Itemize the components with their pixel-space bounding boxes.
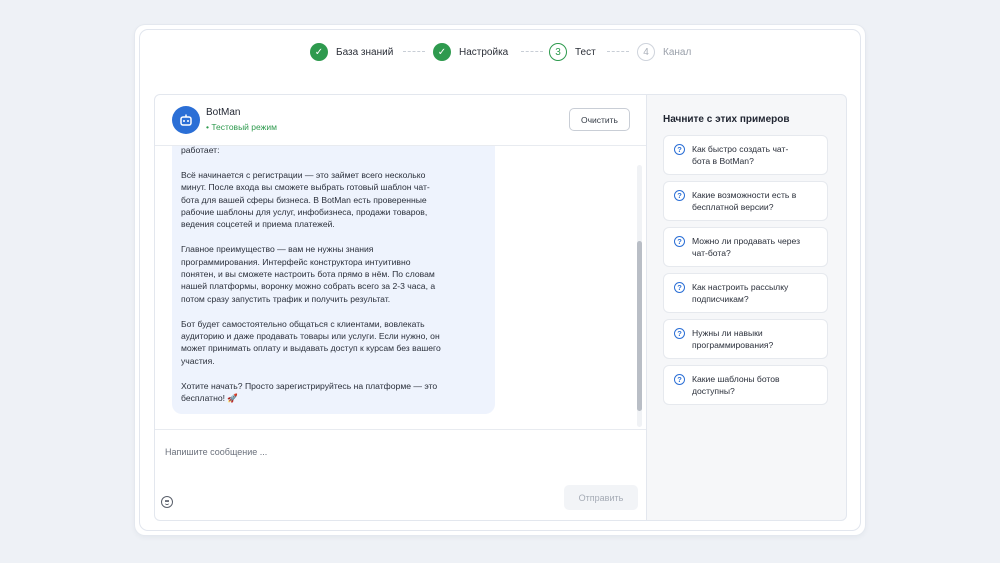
example-text: Какие шаблоны ботов доступны?: [692, 374, 780, 397]
question-icon: ?: [674, 374, 685, 385]
message-input[interactable]: [165, 438, 635, 466]
examples-panel: Начните с этих примеров ? Как быстро соз…: [647, 94, 847, 521]
step-settings[interactable]: ✓ Настройка: [433, 41, 508, 63]
step-number: 4: [637, 43, 655, 61]
clear-chat-button[interactable]: Очистить: [569, 108, 630, 131]
step-knowledge-base[interactable]: ✓ База знаний: [310, 41, 393, 63]
message-paragraph: Главное преимущество — вам не нужны знан…: [181, 244, 436, 304]
test-mode-status: • Тестовый режим: [206, 122, 277, 132]
question-icon: ?: [674, 144, 685, 155]
example-text: Как настроить рассылку подписчикам?: [692, 282, 789, 305]
step-connector: [403, 51, 425, 52]
question-icon: ?: [674, 328, 685, 339]
example-question[interactable]: ? Какие возможности есть в бесплатной ве…: [663, 181, 828, 221]
question-icon: ?: [674, 236, 685, 247]
example-question[interactable]: ? Можно ли продавать через чат-бота?: [663, 227, 828, 267]
step-connector: [607, 51, 629, 52]
question-icon: ?: [674, 282, 685, 293]
chat-header: BotMan • Тестовый режим Очистить: [155, 95, 646, 146]
step-channel[interactable]: 4 Канал: [637, 41, 691, 63]
example-question[interactable]: ? Какие шаблоны ботов доступны?: [663, 365, 828, 405]
message-paragraph: Хотите начать? Просто зарегистрируйтесь …: [181, 380, 438, 404]
step-label: Настройка: [459, 46, 509, 58]
step-label: База знаний: [336, 46, 394, 58]
chat-panel: BotMan • Тестовый режим Очистить работае…: [154, 94, 647, 521]
check-icon: ✓: [433, 43, 451, 61]
message-paragraph: Бот будет самостоятельно общаться с клие…: [181, 318, 441, 366]
example-text: Нужны ли навыки программирования?: [692, 328, 774, 351]
bot-name: BotMan: [206, 107, 241, 118]
example-text: Как быстро создать чат- бота в BotMan?: [692, 144, 789, 167]
example-question[interactable]: ? Нужны ли навыки программирования?: [663, 319, 828, 359]
step-connector: [521, 51, 543, 52]
example-text: Можно ли продавать через чат-бота?: [692, 236, 801, 259]
check-icon: ✓: [310, 43, 328, 61]
step-test[interactable]: 3 Тест: [549, 41, 596, 63]
example-question[interactable]: ? Как настроить рассылку подписчикам?: [663, 273, 828, 313]
send-button[interactable]: Отправить: [564, 485, 638, 510]
examples-title: Начните с этих примеров: [663, 114, 790, 125]
step-label: Тест: [575, 46, 596, 58]
scrollbar-thumb[interactable]: [637, 241, 642, 411]
emoji-icon[interactable]: [161, 496, 173, 508]
progress-stepper: ✓ База знаний ✓ Настройка 3 Тест 4 Канал: [0, 41, 1000, 63]
chat-scrollbar[interactable]: [637, 165, 642, 427]
message-list[interactable]: работает: Всё начинается с регистрации —…: [155, 146, 646, 428]
message-paragraph: Всё начинается с регистрации — это займе…: [181, 169, 430, 230]
bot-avatar: [172, 106, 200, 134]
message-paragraph: работает:: [181, 146, 220, 155]
step-label: Канал: [663, 46, 692, 58]
example-text: Какие возможности есть в бесплатной верс…: [692, 190, 797, 213]
bot-message: работает: Всё начинается с регистрации —…: [172, 146, 495, 415]
question-icon: ?: [674, 190, 685, 201]
robot-icon: [180, 114, 192, 126]
example-question[interactable]: ? Как быстро создать чат- бота в BotMan?: [663, 135, 828, 175]
composer: Отправить: [155, 429, 646, 520]
step-number: 3: [549, 43, 567, 61]
